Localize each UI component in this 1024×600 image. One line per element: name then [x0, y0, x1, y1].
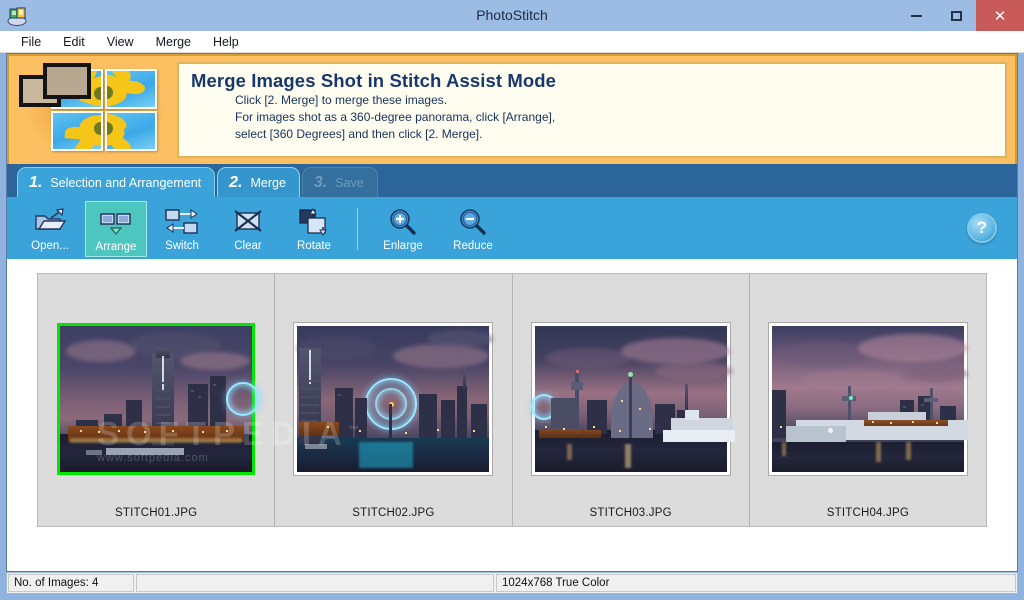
- menu-item-merge[interactable]: Merge: [145, 33, 202, 51]
- status-message: [136, 574, 494, 592]
- tab-merge[interactable]: 2. Merge: [217, 167, 300, 197]
- menu-item-help[interactable]: Help: [202, 33, 250, 51]
- zoom-in-icon: [385, 207, 421, 237]
- open-button[interactable]: Open...: [19, 201, 81, 257]
- thumbnail-image-2[interactable]: [294, 323, 494, 475]
- reduce-button[interactable]: Reduce: [440, 201, 506, 257]
- banner-line-3: select [360 Degrees] and then click [2. …: [235, 127, 483, 141]
- tab-number-1: 1.: [29, 173, 43, 191]
- zoom-out-icon: [455, 207, 491, 237]
- open-button-label: Open...: [31, 239, 69, 252]
- enlarge-button[interactable]: Enlarge: [370, 201, 436, 257]
- arrange-button-label: Arrange: [95, 240, 137, 253]
- status-display-mode: 1024x768 True Color: [496, 574, 1016, 592]
- minimize-icon: [910, 14, 922, 17]
- photo-frame-front-icon: [43, 63, 91, 99]
- content-area: STITCH01.JPG STITCH02.JPG STITCH03.JPG S…: [7, 259, 1017, 571]
- menu-item-view[interactable]: View: [96, 33, 145, 51]
- minimize-button[interactable]: [896, 0, 936, 31]
- thumbnail-filename-3: STITCH03.JPG: [589, 507, 672, 519]
- reduce-button-label: Reduce: [453, 239, 493, 252]
- thumbnail-cell-2[interactable]: STITCH02.JPG: [275, 274, 513, 526]
- open-folder-icon: [32, 207, 68, 237]
- photostitch-window: PhotoStitch ✕ File Edit View Merge Help: [0, 0, 1024, 600]
- toolbar: Open... Arrange Switch Clear Rotate Enla…: [7, 197, 1017, 464]
- help-question-icon: ?: [967, 212, 997, 243]
- window-title: PhotoStitch: [476, 7, 548, 23]
- close-button[interactable]: ✕: [976, 0, 1024, 31]
- thumbnail-image-3[interactable]: [530, 323, 735, 475]
- maximize-icon: [950, 10, 962, 21]
- tab-label-2: Merge: [250, 175, 286, 190]
- menu-item-edit[interactable]: Edit: [52, 33, 96, 51]
- tab-number-2: 2.: [229, 173, 243, 191]
- filmstrip: STITCH01.JPG STITCH02.JPG STITCH03.JPG S…: [37, 273, 987, 527]
- switch-icon: [164, 207, 200, 237]
- menu-item-file[interactable]: File: [10, 33, 52, 51]
- tab-save: 3. Save: [301, 167, 378, 197]
- tab-number-3: 3.: [313, 173, 328, 191]
- help-button[interactable]: ?: [967, 212, 999, 245]
- clear-button[interactable]: Clear: [217, 201, 279, 257]
- banner-text-panel: Merge Images Shot in Stitch Assist Mode …: [177, 62, 1007, 158]
- thumbnail-cell-1[interactable]: STITCH01.JPG: [38, 274, 276, 526]
- toolbar-separator: [357, 207, 358, 250]
- client-area: Merge Images Shot in Stitch Assist Mode …: [6, 53, 1018, 572]
- switch-button[interactable]: Switch: [151, 201, 213, 257]
- enlarge-button-label: Enlarge: [383, 239, 423, 252]
- maximize-button[interactable]: [936, 0, 976, 31]
- tab-label-3: Save: [335, 175, 364, 190]
- wizard-tab-strip: 1. Selection and Arrangement 2. Merge 3.…: [7, 164, 1017, 197]
- arrange-button[interactable]: Arrange: [85, 200, 147, 257]
- thumbnail-cell-3[interactable]: STITCH03.JPG: [513, 274, 750, 526]
- rotate-button-label: Rotate: [297, 239, 331, 252]
- thumbnail-filename-4: STITCH04.JPG: [826, 507, 910, 519]
- menu-bar: File Edit View Merge Help: [0, 31, 1024, 53]
- banner-line-1: Click [2. Merge] to merge these images.: [235, 93, 448, 107]
- banner-line-2: For images shot as a 360-degree panorama…: [235, 110, 556, 124]
- thumbnail-filename-2: STITCH02.JPG: [352, 507, 435, 519]
- switch-button-label: Switch: [165, 239, 199, 252]
- window-controls: ✕: [896, 0, 1024, 31]
- clear-button-label: Clear: [234, 239, 262, 252]
- thumbnail-image-1[interactable]: [57, 323, 261, 475]
- rotate-icon: [296, 207, 332, 237]
- tab-selection-and-arrangement[interactable]: 1. Selection and Arrangement: [17, 167, 216, 197]
- thumbnail-filename-1: STITCH01.JPG: [114, 507, 198, 519]
- instruction-banner: Merge Images Shot in Stitch Assist Mode …: [7, 54, 1017, 164]
- banner-heading: Merge Images Shot in Stitch Assist Mode: [191, 70, 557, 91]
- rotate-button[interactable]: Rotate: [283, 201, 345, 257]
- thumbnail-cell-4[interactable]: STITCH04.JPG: [750, 274, 986, 526]
- thumbnail-image-4[interactable]: [768, 323, 968, 475]
- status-bar: No. of Images: 4 1024x768 True Color: [6, 572, 1018, 594]
- arrange-icon: [98, 208, 134, 238]
- four-panel-sunflower-icon: [19, 61, 171, 159]
- tab-label-1: Selection and Arrangement: [50, 175, 202, 190]
- status-image-count: No. of Images: 4: [8, 574, 134, 592]
- clear-x-icon: [230, 207, 266, 237]
- title-bar: PhotoStitch ✕: [0, 0, 1024, 31]
